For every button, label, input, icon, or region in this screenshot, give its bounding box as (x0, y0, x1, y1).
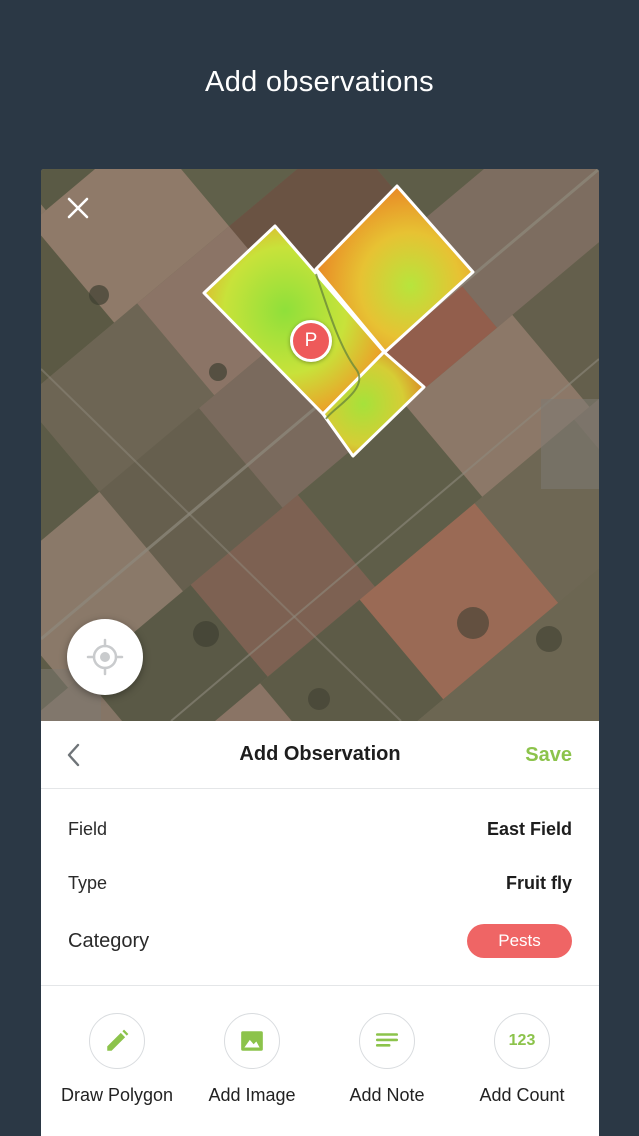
pencil-icon (107, 1029, 129, 1051)
crosshair-icon (86, 638, 124, 676)
draw-polygon-label: Draw Polygon (60, 1085, 174, 1105)
add-count-button[interactable]: 123 Add Count (452, 1013, 592, 1106)
add-note-label: Add Note (349, 1085, 425, 1105)
draw-polygon-button[interactable]: Draw Polygon (47, 1013, 187, 1106)
page-heading: Add observations (205, 66, 434, 98)
action-bar: Draw Polygon Add Image Add Note 123 Add … (41, 1013, 599, 1123)
type-value: Fruit fly (506, 873, 572, 893)
add-note-circle (359, 1013, 415, 1069)
field-label: Field (68, 819, 108, 839)
save-button[interactable]: Save (525, 744, 572, 767)
add-note-button[interactable]: Add Note (317, 1013, 457, 1106)
close-icon (67, 197, 89, 219)
note-lines-icon (375, 1033, 399, 1047)
field-row[interactable]: Field East Field (68, 819, 572, 840)
satellite-map[interactable]: P (41, 169, 599, 721)
field-value: East Field (486, 819, 572, 839)
observation-sheet: Add Observation Save Field East Field Ty… (41, 721, 599, 1136)
add-count-label: Add Count (479, 1085, 565, 1105)
sheet-title: Add Observation (239, 743, 401, 765)
count-icon: 123 (494, 1013, 550, 1069)
type-row[interactable]: Type Fruit fly (68, 873, 572, 894)
sheet-header: Add Observation Save (41, 721, 599, 789)
category-label: Category (68, 929, 150, 952)
add-image-label: Add Image (208, 1085, 296, 1105)
back-button[interactable] (63, 743, 87, 767)
close-button[interactable] (63, 193, 93, 223)
locate-me-button[interactable] (67, 619, 143, 695)
category-pill[interactable]: Pests (467, 924, 572, 958)
add-image-circle (224, 1013, 280, 1069)
phone-screen: P Add Observation Save Field East Field … (41, 169, 599, 1136)
add-image-button[interactable]: Add Image (182, 1013, 322, 1106)
draw-polygon-circle (89, 1013, 145, 1069)
map-marker-pin[interactable]: P (290, 320, 332, 362)
category-row: Category Pests (68, 924, 572, 958)
divider (41, 985, 599, 986)
type-label: Type (68, 873, 108, 893)
image-icon (241, 1031, 263, 1051)
chevron-left-icon (67, 743, 80, 767)
